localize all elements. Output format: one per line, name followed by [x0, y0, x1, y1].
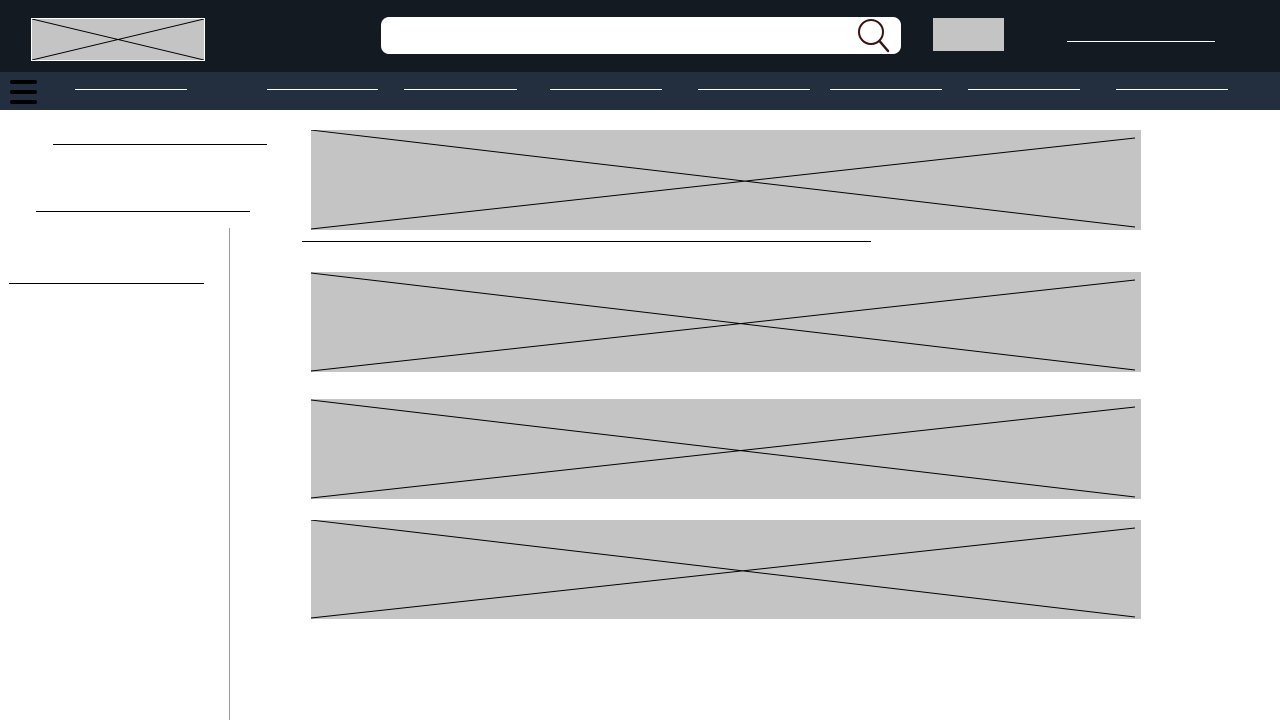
placeholder-image-icon — [31, 18, 205, 61]
hamburger-menu-icon[interactable] — [10, 80, 37, 104]
nav-link-2[interactable] — [267, 89, 378, 90]
banner-1[interactable] — [301, 128, 1141, 230]
banner-2[interactable] — [301, 271, 1141, 372]
sidebar-link-2[interactable] — [36, 211, 250, 212]
sidebar-link-3[interactable] — [9, 283, 204, 284]
nav-link-5[interactable] — [698, 89, 810, 90]
nav-link-1[interactable] — [75, 89, 187, 90]
placeholder-image-icon — [301, 271, 1141, 372]
content-link[interactable] — [302, 241, 871, 242]
logo[interactable] — [31, 18, 205, 61]
search-box — [381, 17, 901, 54]
search-input[interactable] — [391, 23, 841, 48]
nav-link-4[interactable] — [550, 89, 662, 90]
header-link[interactable] — [1067, 41, 1215, 42]
placeholder-image-icon — [301, 518, 1141, 619]
nav-link-6[interactable] — [830, 89, 942, 90]
page — [0, 0, 1280, 720]
sidebar-divider — [229, 228, 230, 720]
sidebar-link-1[interactable] — [53, 144, 267, 145]
nav-link-7[interactable] — [968, 89, 1080, 90]
banner-4[interactable] — [301, 518, 1141, 619]
search-icon[interactable] — [856, 17, 890, 53]
nav-link-3[interactable] — [404, 89, 517, 90]
placeholder-image-icon — [301, 398, 1141, 499]
nav-link-8[interactable] — [1116, 89, 1228, 90]
placeholder-image-icon — [301, 128, 1141, 230]
banner-3[interactable] — [301, 398, 1141, 499]
nav-bar — [0, 72, 1280, 110]
header-button[interactable] — [933, 18, 1004, 51]
